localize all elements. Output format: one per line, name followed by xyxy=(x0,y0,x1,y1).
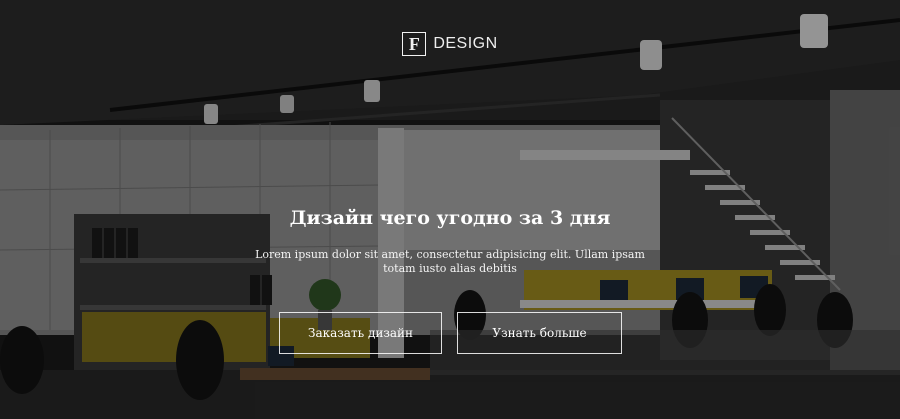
logo-wordmark: DESIGN xyxy=(433,35,498,52)
order-design-button[interactable]: Заказать дизайн xyxy=(279,312,442,354)
logo-mark: F xyxy=(402,32,427,56)
hero-title: Дизайн чего угодно за 3 дня xyxy=(289,207,611,229)
logo[interactable]: F DESIGN xyxy=(0,32,900,56)
hero-section: F DESIGN Дизайн чего угодно за 3 дня Lor… xyxy=(0,0,900,419)
learn-more-button[interactable]: Узнать больше xyxy=(457,312,622,354)
hero-lead-text: Lorem ipsum dolor sit amet, consectetur … xyxy=(255,248,645,275)
